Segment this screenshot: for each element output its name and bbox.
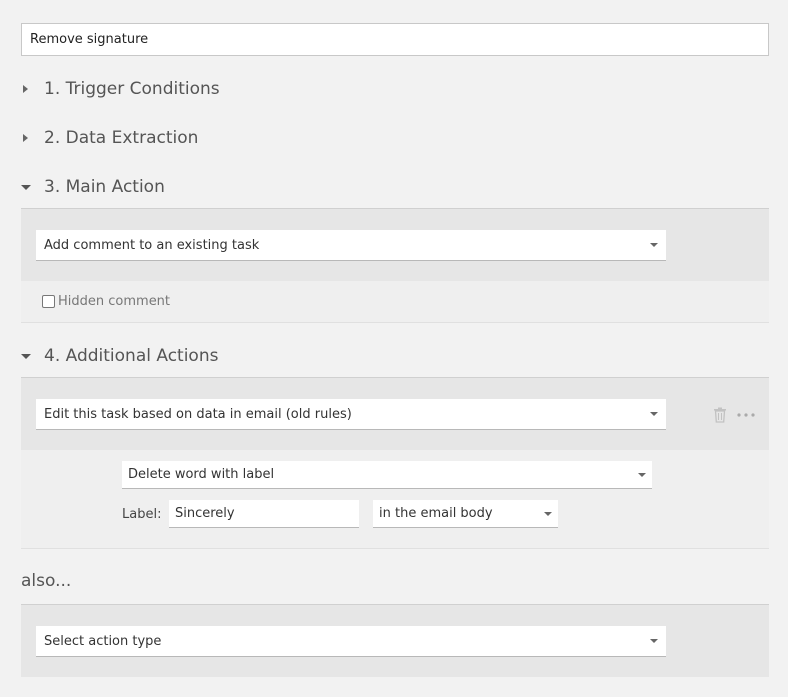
section-title: 1. Trigger Conditions: [44, 79, 220, 99]
trash-icon[interactable]: [710, 405, 730, 425]
sub-action-select[interactable]: Delete word with label: [122, 461, 652, 489]
main-action-options: Hidden comment: [21, 281, 769, 323]
chevron-down-icon: [650, 412, 658, 416]
chevron-down-icon: [638, 472, 646, 477]
also-heading: also...: [21, 571, 72, 591]
chevron-down-icon: [650, 243, 658, 247]
section-trigger-conditions[interactable]: 1. Trigger Conditions: [21, 76, 220, 102]
main-action-panel: Add comment to an existing task: [21, 208, 769, 281]
section-additional-actions[interactable]: 4. Additional Actions: [21, 343, 218, 369]
label-caption: Label:: [122, 507, 162, 522]
caret-right-icon: [21, 134, 44, 142]
additional-action-panel: Edit this task based on data in email (o…: [21, 377, 769, 450]
section-title: 4. Additional Actions: [44, 346, 219, 366]
also-action-panel: Select action type: [21, 604, 769, 677]
location-select[interactable]: in the email body: [373, 500, 558, 528]
caret-down-icon: [21, 353, 44, 359]
section-title: 2. Data Extraction: [44, 128, 199, 148]
chevron-down-icon: [650, 639, 658, 643]
caret-down-icon: [21, 184, 44, 190]
label-input[interactable]: Sincerely: [169, 500, 359, 528]
main-action-select[interactable]: Add comment to an existing task: [36, 230, 666, 261]
hidden-comment-label: Hidden comment: [58, 294, 171, 309]
rule-name-input[interactable]: Remove signature: [21, 23, 769, 56]
section-main-action[interactable]: 3. Main Action: [21, 174, 165, 200]
section-data-extraction[interactable]: 2. Data Extraction: [21, 125, 198, 151]
hidden-comment-checkbox[interactable]: [42, 295, 55, 308]
additional-action-options: Delete word with label Label: Sincerely …: [21, 450, 769, 549]
more-horizontal-icon[interactable]: [735, 405, 757, 425]
section-title: 3. Main Action: [44, 177, 165, 197]
caret-right-icon: [21, 85, 44, 93]
select-action-type[interactable]: Select action type: [36, 626, 666, 657]
chevron-down-icon: [544, 511, 552, 516]
additional-action-select[interactable]: Edit this task based on data in email (o…: [36, 399, 666, 430]
